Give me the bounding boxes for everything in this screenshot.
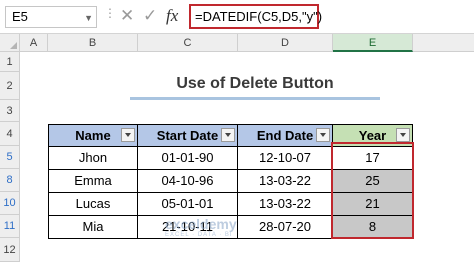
row-header-3[interactable]: 3 <box>0 100 20 122</box>
column-header-d[interactable]: D <box>238 34 333 52</box>
watermark-tagline: EXCEL · DATA · BI <box>165 232 233 238</box>
select-all-corner[interactable] <box>0 34 20 52</box>
table-header-start-date: Start Date <box>138 124 238 147</box>
table-cell-start-date[interactable]: 05-01-01 <box>138 193 238 216</box>
name-box-dropdown-icon[interactable]: ▼ <box>84 8 93 28</box>
column-header-e[interactable]: E <box>333 34 413 52</box>
name-box-value: E5 <box>12 9 28 24</box>
formula-input[interactable]: =DATEDIF(C5,D5,"y") <box>189 4 322 29</box>
filter-dropdown-icon[interactable] <box>396 128 410 142</box>
selection-highlight <box>331 142 414 239</box>
name-box[interactable]: E5 ▼ <box>5 6 97 28</box>
enter-icon[interactable]: ✓ <box>143 6 157 26</box>
table-cell-name[interactable]: Lucas <box>48 193 138 216</box>
table-cell-name[interactable]: Emma <box>48 170 138 193</box>
cancel-icon[interactable]: ✕ <box>120 6 134 26</box>
header-label: Year <box>358 128 387 143</box>
table-cell-end-date[interactable]: 12-10-07 <box>238 147 333 170</box>
table-cell-end-date[interactable]: 13-03-22 <box>238 193 333 216</box>
row-header-5[interactable]: 5 <box>0 146 20 169</box>
table-cell-name[interactable]: Mia <box>48 216 138 239</box>
row-header-4[interactable]: 4 <box>0 122 20 146</box>
column-header-a[interactable]: A <box>20 34 48 52</box>
header-label: Start Date <box>156 128 219 143</box>
row-header-1[interactable]: 1 <box>0 52 20 72</box>
row-header-10[interactable]: 10 <box>0 192 20 215</box>
table-header-end-date: End Date <box>238 124 333 147</box>
header-label: End Date <box>256 128 314 143</box>
formula-bar-handle[interactable]: ⋮ <box>104 6 116 20</box>
table-cell-start-date[interactable]: 04-10-96 <box>138 170 238 193</box>
table-cell-end-date[interactable]: 13-03-22 <box>238 170 333 193</box>
column-header-b[interactable]: B <box>48 34 138 52</box>
table-cell-end-date[interactable]: 28-07-20 <box>238 216 333 239</box>
column-header-c[interactable]: C <box>138 34 238 52</box>
watermark-logo: exceldemy EXCEL · DATA · BI <box>165 216 237 238</box>
row-header-11[interactable]: 11 <box>0 215 20 238</box>
select-all-icon <box>10 42 17 49</box>
row-header-8[interactable]: 8 <box>0 169 20 192</box>
watermark-name: exceldemy <box>165 216 237 232</box>
sheet-title: Use of Delete Button <box>176 75 334 92</box>
table-cell-start-date[interactable]: 01-01-90 <box>138 147 238 170</box>
column-header-next[interactable] <box>413 34 474 52</box>
filter-dropdown-icon[interactable] <box>316 128 330 142</box>
table-cell-name[interactable]: Jhon <box>48 147 138 170</box>
filter-dropdown-icon[interactable] <box>221 128 235 142</box>
header-label: Name <box>75 128 111 143</box>
filter-dropdown-icon[interactable] <box>121 128 135 142</box>
formula-bar: E5 ▼ ⋮ ✕ ✓ fx =DATEDIF(C5,D5,"y") <box>0 0 474 34</box>
table-header-name: Name <box>48 124 138 147</box>
row-header-2[interactable]: 2 <box>0 72 20 100</box>
row-header-12[interactable]: 12 <box>0 238 20 262</box>
title-underline <box>130 97 380 100</box>
function-icon[interactable]: fx <box>166 6 178 26</box>
